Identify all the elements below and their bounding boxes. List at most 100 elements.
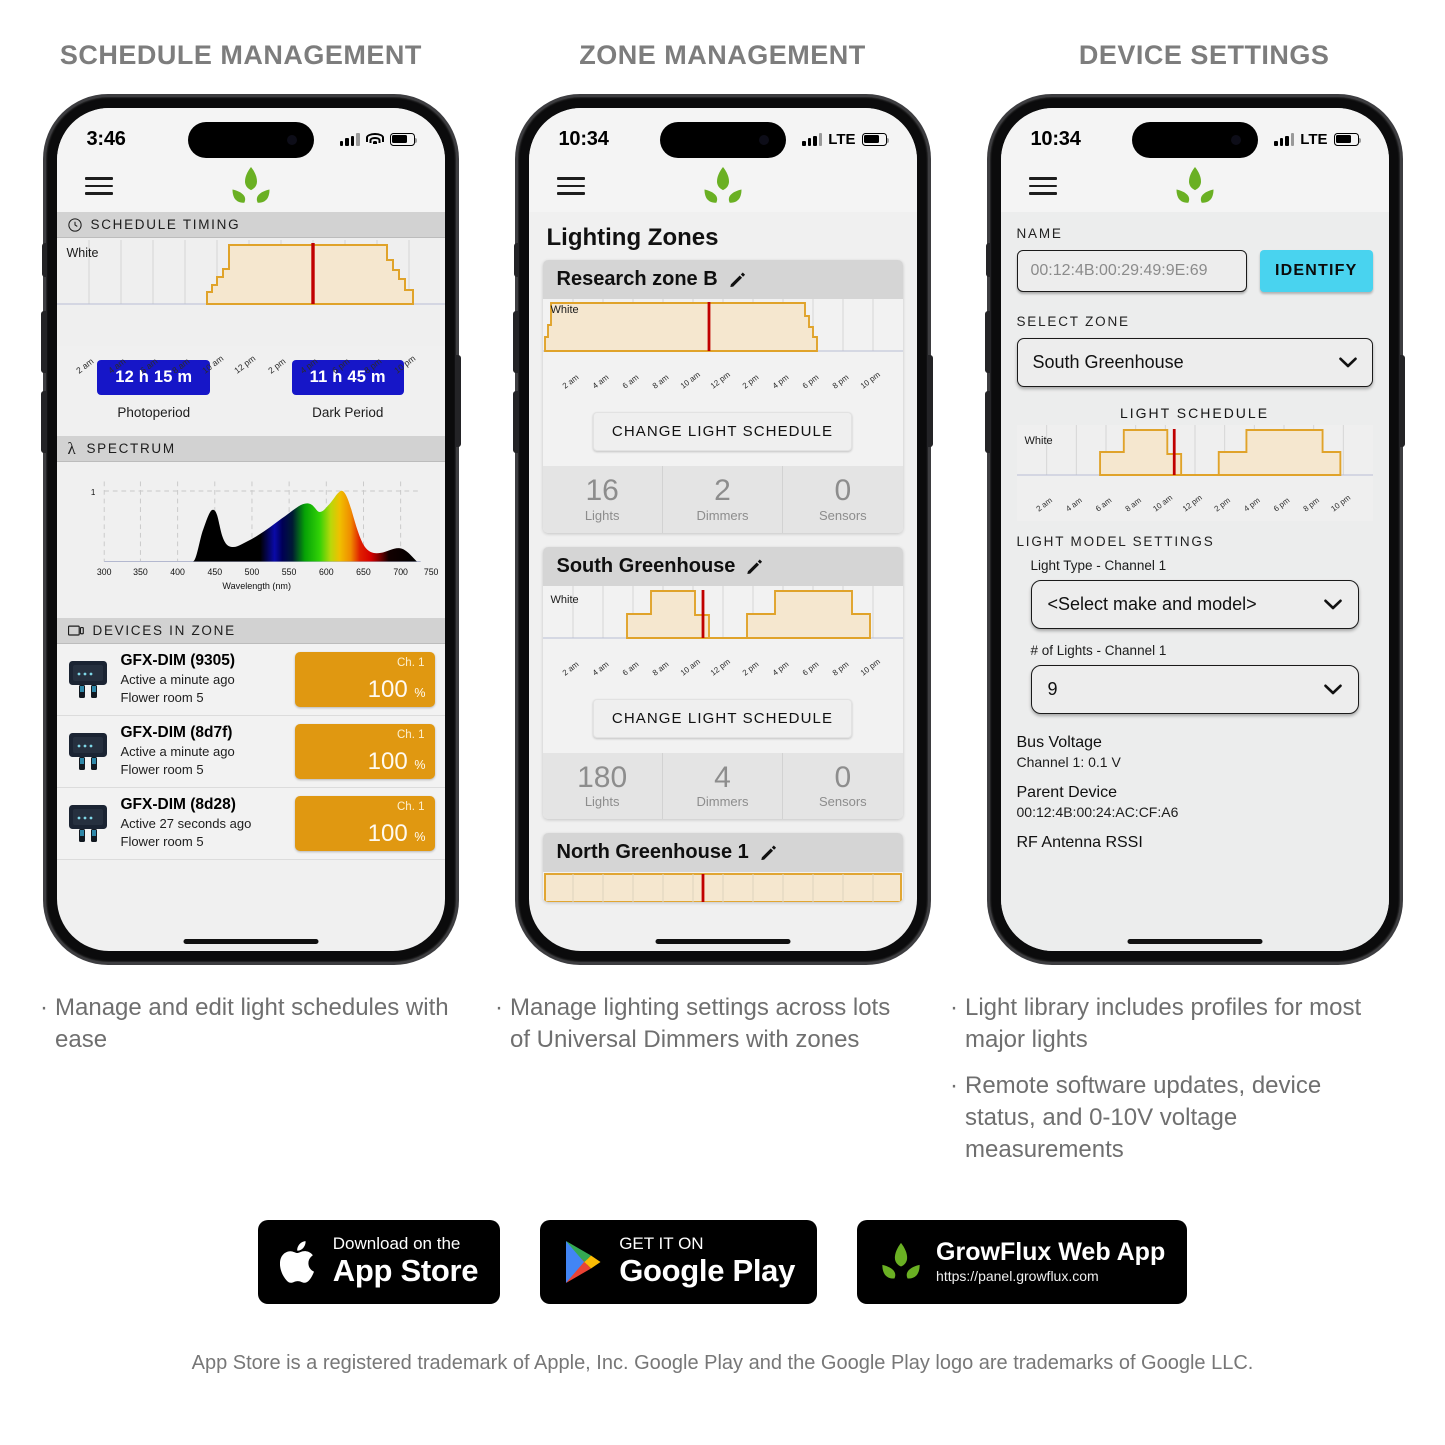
select-zone-label: SELECT ZONE xyxy=(1016,314,1130,329)
chevron-down-icon xyxy=(1338,357,1357,368)
num-lights-dropdown[interactable]: 9 xyxy=(1030,665,1359,714)
stat-lights-label: Lights xyxy=(584,507,620,523)
change-light-schedule-button[interactable]: CHANGE LIGHT SCHEDULE xyxy=(592,412,853,451)
network-type-label: LTE xyxy=(1300,130,1328,148)
zone-select-value: South Greenhouse xyxy=(1032,352,1184,372)
stat-dimmers-label: Dimmers xyxy=(696,507,749,523)
home-indicator xyxy=(183,939,318,944)
battery-icon xyxy=(389,132,417,146)
power-button xyxy=(1398,355,1405,447)
battery-icon xyxy=(1333,132,1361,146)
growflux-web-app-badge[interactable]: GrowFlux Web App https://panel.growflux.… xyxy=(857,1219,1188,1304)
column-title-zone: ZONE MANAGEMENT xyxy=(579,40,866,70)
identify-button[interactable]: IDENTIFY xyxy=(1260,250,1373,292)
google-play-line1: GET IT ON xyxy=(619,1233,704,1253)
device-channel: Ch. 1 xyxy=(397,801,425,813)
light-type-dropdown[interactable]: <Select make and model> xyxy=(1030,580,1359,629)
zone-card: South Greenhouse White 2 am 4 am 6 am 8 … xyxy=(542,546,903,819)
status-time: 3:46 xyxy=(86,127,126,150)
device-dimmer-chip[interactable]: Ch. 1 100 % xyxy=(294,796,435,851)
device-dimmer-chip[interactable]: Ch. 1 100 % xyxy=(294,724,435,779)
google-play-icon xyxy=(566,1240,601,1283)
dynamic-island xyxy=(659,122,786,158)
device-name-input[interactable]: 00:12:4B:00:29:49:9E:69 xyxy=(1016,250,1247,292)
volume-down-button xyxy=(40,391,47,453)
device-dimmer-chip[interactable]: Ch. 1 100 % xyxy=(294,652,435,707)
silent-switch xyxy=(41,243,47,277)
name-field-label: NAME xyxy=(1016,226,1063,241)
growflux-badge-line1: GrowFlux Web App xyxy=(936,1238,1166,1267)
stat-sensors: 0 Sensors xyxy=(783,466,902,533)
light-model-settings-label: LIGHT MODEL SETTINGS xyxy=(1016,534,1215,549)
bullet-dot-icon: · xyxy=(40,994,48,1021)
stat-lights-label: Lights xyxy=(584,794,620,809)
svg-text:300: 300 xyxy=(96,567,111,577)
app-store-badge[interactable]: Download on the App Store xyxy=(257,1219,501,1304)
light-schedule-chart: White 2 am 4 am 6 am 8 am 10 am 12 pm 2 … xyxy=(1016,425,1373,521)
google-play-badge[interactable]: GET IT ON Google Play xyxy=(540,1219,818,1304)
stat-sensors-label: Sensors xyxy=(818,794,867,809)
store-badges: Download on the App Store GET IT ON Goog… xyxy=(0,1219,1445,1304)
change-light-schedule-button[interactable]: CHANGE LIGHT SCHEDULE xyxy=(592,698,853,738)
svg-text:8 am: 8 am xyxy=(1123,495,1143,513)
svg-text:8 am: 8 am xyxy=(170,356,191,375)
chevron-down-icon xyxy=(1323,599,1342,610)
front-camera-icon xyxy=(758,135,769,145)
device-list-item[interactable]: GFX-DIM (8d7f) Active a minute ago Flowe… xyxy=(56,716,445,788)
device-list-item[interactable]: GFX-DIM (8d28) Active 27 seconds ago Flo… xyxy=(56,788,445,860)
svg-text:650: 650 xyxy=(356,567,371,577)
device-list-item[interactable]: GFX-DIM (9305) Active a minute ago Flowe… xyxy=(56,644,445,716)
caption-column-device: · Light library includes profiles for mos… xyxy=(950,992,1405,1180)
edit-pencil-icon[interactable] xyxy=(729,271,746,288)
phone3-content: NAME 00:12:4B:00:29:49:9E:69 IDENTIFY SE… xyxy=(1000,212,1389,951)
spectrum-chart: 1 300 350 400 450 500 550 600 650 700 750 Wav… xyxy=(56,462,445,596)
svg-text:4 pm: 4 pm xyxy=(770,659,790,677)
svg-text:12 pm: 12 pm xyxy=(708,656,731,677)
clock-icon xyxy=(67,217,82,232)
svg-text:450: 450 xyxy=(207,567,222,577)
zone-name: Research zone B xyxy=(556,268,718,290)
light-type-value: <Select make and model> xyxy=(1047,594,1257,614)
svg-text:4 am: 4 am xyxy=(590,373,610,391)
zone-select-dropdown[interactable]: South Greenhouse xyxy=(1016,338,1373,387)
svg-text:2 pm: 2 pm xyxy=(266,356,287,375)
hamburger-menu-icon[interactable] xyxy=(556,172,585,200)
edit-pencil-icon[interactable] xyxy=(760,844,777,861)
svg-text:6 pm: 6 pm xyxy=(330,356,351,375)
lambda-icon: λ xyxy=(67,439,78,458)
photoperiod-label: Photoperiod xyxy=(117,405,191,420)
svg-text:550: 550 xyxy=(281,567,296,577)
silent-switch xyxy=(513,243,519,277)
battery-icon xyxy=(861,132,889,146)
stat-dimmers-value: 4 xyxy=(714,760,731,794)
svg-text:8 pm: 8 pm xyxy=(830,659,850,677)
svg-text:4 pm: 4 pm xyxy=(1242,495,1262,513)
light-schedule-label: LIGHT SCHEDULE xyxy=(1119,405,1270,421)
zone-card-header: South Greenhouse xyxy=(542,546,903,586)
hamburger-menu-icon[interactable] xyxy=(84,172,113,200)
zone-stats: 16 Lights 2 Dimmers 0 Sensors xyxy=(542,466,903,533)
svg-text:4 am: 4 am xyxy=(1064,495,1084,513)
edit-pencil-icon[interactable] xyxy=(746,558,763,575)
stat-lights-value: 16 xyxy=(585,474,619,507)
growflux-leaf-logo xyxy=(1172,163,1218,209)
spectrum-x-label: Wavelength (nm) xyxy=(222,581,291,591)
parent-device-value: 00:12:4B:00:24:AC:CF:A6 xyxy=(1016,804,1179,820)
series-label-white: White xyxy=(66,246,99,260)
dimmer-device-icon xyxy=(68,804,107,842)
feature-captions: · Manage and edit light schedules with ea… xyxy=(0,992,1445,1180)
svg-text:6 pm: 6 pm xyxy=(1271,495,1291,513)
stat-lights-value: 180 xyxy=(577,760,628,794)
stat-dimmers: 4 Dimmers xyxy=(663,752,784,819)
hamburger-menu-icon[interactable] xyxy=(1028,172,1057,200)
svg-text:10 pm: 10 pm xyxy=(1329,493,1352,514)
svg-text:500: 500 xyxy=(244,567,259,577)
caption-text: Light library includes profiles for most… xyxy=(965,994,1362,1053)
svg-text:2 am: 2 am xyxy=(1034,495,1054,513)
num-lights-label: # of Lights - Channel 1 xyxy=(1030,643,1167,658)
cellular-signal-icon xyxy=(1274,132,1295,146)
svg-text:2 pm: 2 pm xyxy=(740,373,760,391)
caption-column-zone: · Manage lighting settings across lots of… xyxy=(495,992,950,1180)
stat-lights: 16 Lights xyxy=(543,466,663,533)
phone3-app-bar xyxy=(1000,160,1389,212)
